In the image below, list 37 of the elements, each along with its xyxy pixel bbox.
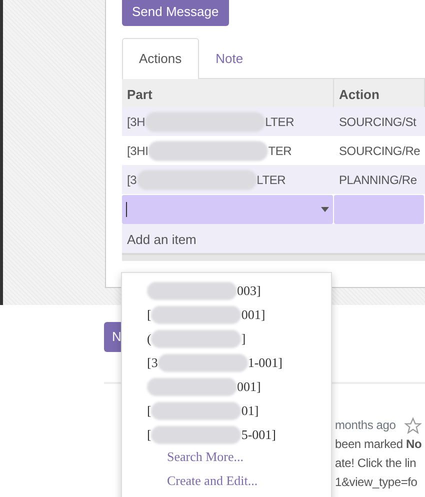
send-message-button[interactable]: Send Message [122,0,229,26]
message-time: months ago [335,417,396,434]
dropdown-item[interactable]: ( [147,329,152,349]
dropdown-item[interactable]: [3 [147,353,158,373]
dropdown-item[interactable]: [ [147,425,152,445]
table-cell-text: SOURCING/St [339,114,416,130]
table-cell-text: [3HI [127,142,148,160]
star-icon[interactable] [404,416,422,434]
table-cell-text: [3H [127,114,146,130]
dropdown-item[interactable]: 5-001] [241,425,276,445]
message-link[interactable]: 1&view_type=fo [335,475,418,489]
tab[interactable]: Actions [122,38,199,79]
dropdown-item[interactable]: 001] [241,305,266,325]
dropdown-item[interactable]: 01] [241,401,259,421]
table-cell-text: SOURCING/Re [339,142,420,160]
dropdown-item[interactable]: 001] [237,377,261,397]
caret-icon [321,207,329,212]
column-header: Part [122,79,334,107]
tab[interactable]: Note [198,38,260,78]
table-cell-text: LTER [265,114,294,130]
message-text: been marked No [335,436,423,453]
table-cell-text: PLANNING/Re [339,172,417,188]
search-more-link[interactable]: Search More... [122,447,331,471]
dropdown-item[interactable]: 003] [237,281,261,301]
add-item-link[interactable]: Add an item [127,232,196,247]
dropdown-item[interactable]: [ [147,305,152,325]
part-input-field[interactable] [122,195,333,224]
message-text: ate! Click the lin [335,455,418,472]
action-input-field[interactable] [334,195,424,224]
table-cell-text: [3 [127,172,137,188]
table-cell-text: LTER [256,172,286,188]
column-header: Action [334,79,425,107]
dropdown-item[interactable]: ] [241,329,246,349]
table-cell-text: TER [268,142,292,160]
create-and-edit-link[interactable]: Create and Edit... [122,471,331,495]
dropdown-item[interactable]: [ [147,401,152,421]
dropdown-item[interactable]: 1-001] [248,353,283,373]
